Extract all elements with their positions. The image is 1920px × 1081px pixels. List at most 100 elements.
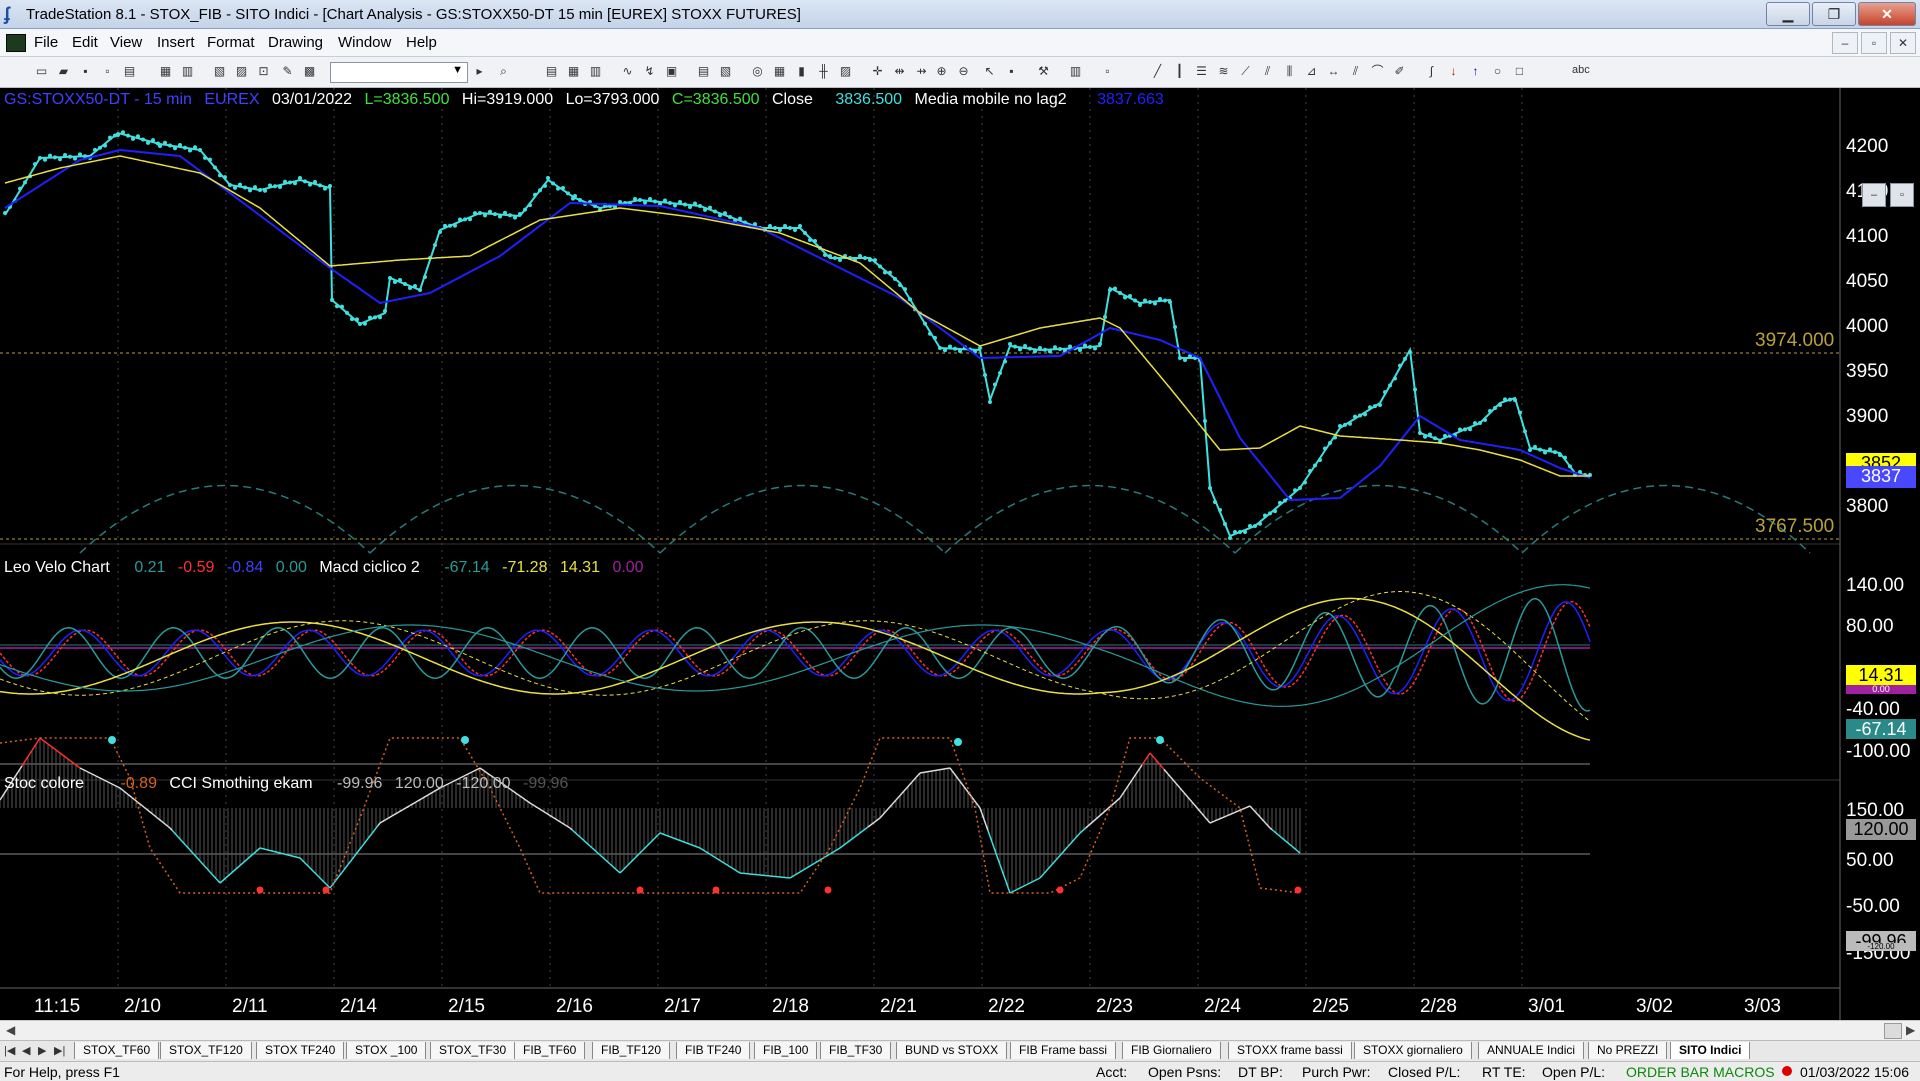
- snapshot-icon[interactable]: ▫: [1100, 64, 1115, 79]
- tab-first-icon[interactable]: |◀: [4, 1044, 15, 1057]
- chart-analysis-window[interactable]: GS:STOXX50-DT - 15 min EUREX 03/01/2022 …: [0, 88, 1920, 1020]
- channel-icon[interactable]: ⫼: [1282, 64, 1297, 79]
- tab-fib-tf120[interactable]: FIB_TF120: [592, 1042, 670, 1059]
- pointer-icon[interactable]: ↖: [982, 64, 997, 79]
- ohlc-icon[interactable]: ╫: [816, 64, 831, 79]
- fan-icon[interactable]: ⟋: [1238, 64, 1253, 79]
- regression-icon[interactable]: ⊿: [1304, 64, 1319, 79]
- menu-view[interactable]: View: [110, 34, 142, 51]
- format-icon[interactable]: ▧: [212, 64, 227, 79]
- tab-stox-tf30[interactable]: STOX_TF30: [430, 1042, 515, 1059]
- tab-sito-indici[interactable]: SITO Indici: [1670, 1042, 1750, 1059]
- tab-stox-tf60[interactable]: STOX_TF60: [74, 1042, 159, 1059]
- hammer-icon[interactable]: ⚒: [1036, 64, 1051, 79]
- order-bar-icon[interactable]: ▥: [1068, 64, 1083, 79]
- symbol-combo[interactable]: ▼: [330, 62, 468, 83]
- panel-restore-button[interactable]: ▫: [1890, 183, 1914, 207]
- save-all-icon[interactable]: ▫: [100, 64, 115, 79]
- tab-fib-frame-bassi[interactable]: FIB Frame bassi: [1010, 1042, 1116, 1059]
- indicator-icon[interactable]: ∿: [620, 64, 635, 79]
- panel-minimize-button[interactable]: ‒: [1862, 183, 1886, 207]
- bars-compress-icon[interactable]: ⇸: [914, 64, 929, 79]
- tab-bund-vs-stoxx[interactable]: BUND vs STOXX: [896, 1042, 1007, 1059]
- arc-icon[interactable]: ⌒: [1370, 64, 1385, 79]
- bars-expand-icon[interactable]: ⇹: [892, 64, 907, 79]
- zoom-in-icon[interactable]: ⊕: [934, 64, 949, 79]
- play-icon[interactable]: ▸: [472, 64, 487, 79]
- menu-help[interactable]: Help: [406, 34, 437, 51]
- line-chart-icon[interactable]: ▨: [838, 64, 853, 79]
- workspace-icon[interactable]: ▤: [122, 64, 137, 79]
- arrow-down-icon[interactable]: ↓: [1446, 64, 1461, 79]
- table-icon[interactable]: ▥: [588, 64, 603, 79]
- grid-icon[interactable]: ▦: [566, 64, 581, 79]
- scroll-right-icon[interactable]: ▶: [1906, 1023, 1915, 1037]
- candle-icon[interactable]: ▮: [794, 64, 809, 79]
- rectangle-icon[interactable]: □: [1512, 64, 1527, 79]
- horizontal-line-icon[interactable]: ↔: [1326, 64, 1341, 79]
- tab-stoxx-giornaliero[interactable]: STOXX giornaliero: [1354, 1042, 1472, 1059]
- menu-file[interactable]: File: [34, 34, 58, 51]
- speed-lines-icon[interactable]: ≋: [1216, 64, 1231, 79]
- new-icon[interactable]: ▭: [34, 64, 49, 79]
- menu-window[interactable]: Window: [338, 34, 391, 51]
- ellipse-icon[interactable]: ○: [1490, 64, 1505, 79]
- tools-icon[interactable]: ✎: [280, 64, 295, 79]
- crosshair-icon[interactable]: ✛: [870, 64, 885, 79]
- tab-last-icon[interactable]: ▶|: [54, 1044, 65, 1057]
- pencil-icon[interactable]: ✐: [1392, 64, 1407, 79]
- restore-button[interactable]: ❐: [1812, 2, 1856, 26]
- gann-icon[interactable]: ⫽: [1260, 64, 1275, 79]
- tab-next-icon[interactable]: ▶: [38, 1044, 46, 1057]
- close-button[interactable]: ✕: [1858, 2, 1916, 26]
- trendline-icon[interactable]: ╱: [1150, 64, 1165, 79]
- lock-icon[interactable]: ⊡: [256, 64, 271, 79]
- menu-insert[interactable]: Insert: [157, 34, 195, 51]
- chart-canvas[interactable]: [0, 88, 1920, 1020]
- tab-stox-100[interactable]: STOX _100: [346, 1042, 426, 1059]
- menu-format[interactable]: Format: [207, 34, 255, 51]
- menu-drawing[interactable]: Drawing: [268, 34, 323, 51]
- parallel-icon[interactable]: ⫽: [1348, 64, 1363, 79]
- tab-annuale-indici[interactable]: ANNUALE Indici: [1478, 1042, 1584, 1059]
- data-window-icon[interactable]: ▪: [1004, 64, 1019, 79]
- mdi-close-button[interactable]: ✕: [1890, 32, 1916, 54]
- lookup-icon[interactable]: ⌕: [496, 64, 511, 79]
- tab-fib-100[interactable]: FIB_100: [754, 1042, 817, 1059]
- fib-icon[interactable]: ┃: [1172, 64, 1187, 79]
- tab-stox-tf240[interactable]: STOX TF240: [256, 1042, 344, 1059]
- print-icon[interactable]: ▥: [180, 64, 195, 79]
- matrix-icon[interactable]: ▤: [696, 64, 711, 79]
- trade-icon[interactable]: ▦: [772, 64, 787, 79]
- options-icon[interactable]: ◎: [750, 64, 765, 79]
- menu-edit[interactable]: Edit: [72, 34, 98, 51]
- arrow-up-icon[interactable]: ↑: [1468, 64, 1483, 79]
- chart-horizontal-scrollbar[interactable]: ◀ ▶: [0, 1020, 1920, 1041]
- zoom-out-icon[interactable]: ⊖: [956, 64, 971, 79]
- chart-window-icon[interactable]: [6, 34, 26, 52]
- mdi-minimize-button[interactable]: ‒: [1832, 32, 1858, 54]
- tab-fib-tf60[interactable]: FIB_TF60: [514, 1042, 585, 1059]
- scanner-icon[interactable]: ▣: [664, 64, 679, 79]
- chart-icon[interactable]: ▩: [302, 64, 317, 79]
- radar-icon[interactable]: ▧: [718, 64, 733, 79]
- curve-icon[interactable]: ∫: [1424, 64, 1439, 79]
- tab-fib-giornaliero[interactable]: FIB Giornaliero: [1122, 1042, 1221, 1059]
- horizontal-lines-icon[interactable]: ☰: [1194, 64, 1209, 79]
- insert-icon[interactable]: ▨: [234, 64, 249, 79]
- tab-stoxx-frame-bassi[interactable]: STOXX frame bassi: [1228, 1042, 1352, 1059]
- bar-style-icon[interactable]: ▤: [544, 64, 559, 79]
- tab-prev-icon[interactable]: ◀: [22, 1044, 30, 1057]
- print-preview-icon[interactable]: ▦: [158, 64, 173, 79]
- tab-no-prezzi[interactable]: No PREZZI: [1588, 1042, 1667, 1059]
- mdi-restore-button[interactable]: ▫: [1861, 32, 1887, 54]
- strategy-icon[interactable]: ↯: [642, 64, 657, 79]
- tab-stox-tf120[interactable]: STOX_TF120: [160, 1042, 252, 1059]
- tab-fib-tf240[interactable]: FIB TF240: [676, 1042, 750, 1059]
- scroll-thumb[interactable]: [1884, 1023, 1902, 1039]
- scroll-left-icon[interactable]: ◀: [6, 1023, 15, 1037]
- tab-fib-tf30[interactable]: FIB_TF30: [820, 1042, 891, 1059]
- minimize-button[interactable]: ▁: [1766, 2, 1810, 26]
- text-tool-icon[interactable]: abc: [1572, 64, 1590, 76]
- open-icon[interactable]: ▰: [56, 64, 71, 79]
